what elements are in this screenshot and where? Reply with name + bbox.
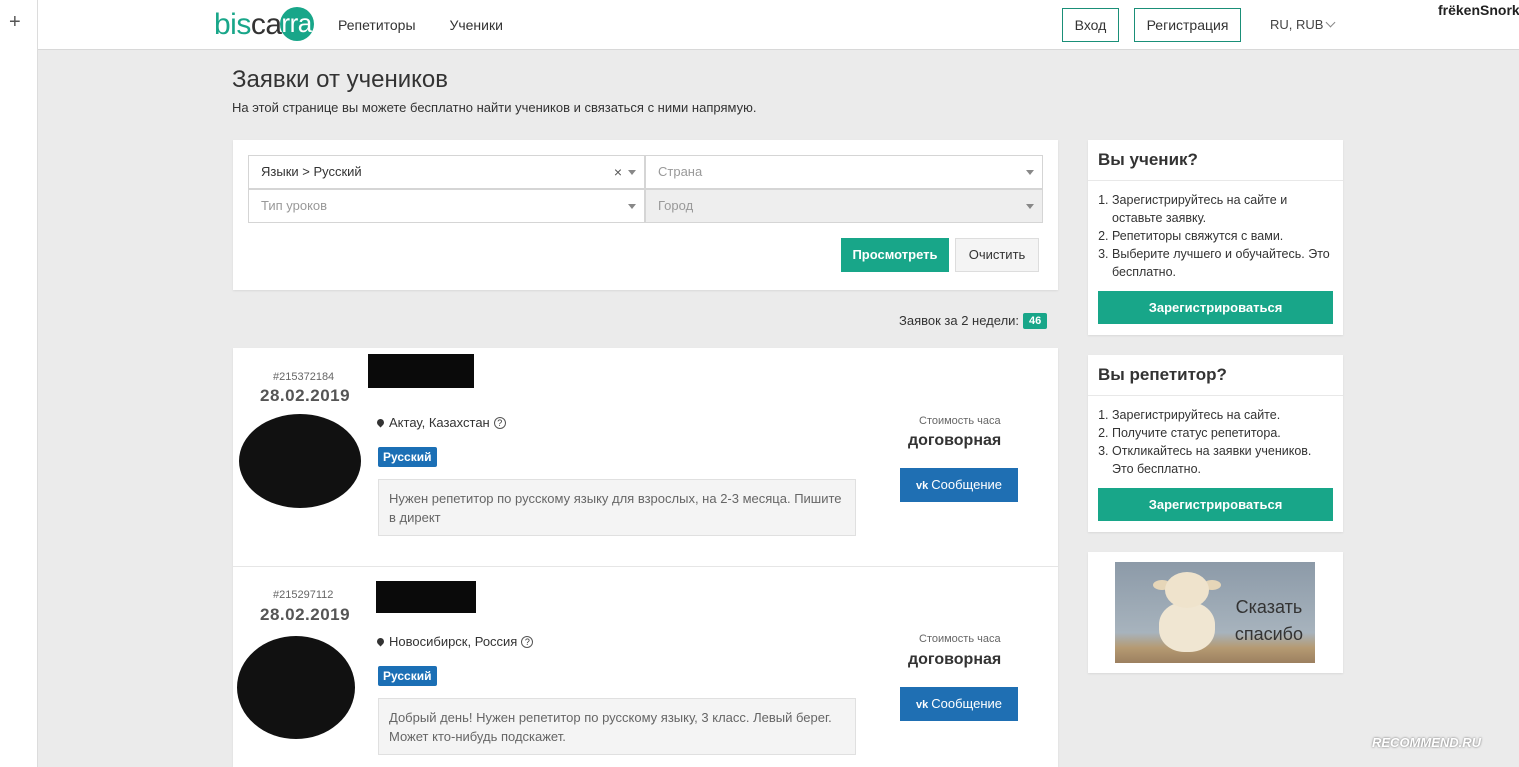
say-thanks-line-1: Сказать: [1235, 597, 1303, 617]
clear-button[interactable]: Очистить: [955, 238, 1039, 272]
chevron-down-icon: [1326, 17, 1336, 28]
username-overlay: frëkenSnork: [1438, 2, 1519, 18]
request-item: #215372184 28.02.2019 Актау, Казахстан? …: [233, 348, 1058, 566]
register-button[interactable]: Регистрация: [1134, 8, 1241, 42]
vk-button-label: Сообщение: [931, 477, 1002, 492]
request-date: 28.02.2019: [260, 605, 351, 624]
request-id: #215297112: [273, 589, 334, 601]
login-button[interactable]: Вход: [1062, 8, 1119, 42]
clear-selection-icon[interactable]: ×: [614, 156, 622, 188]
student-step: Зарегистрируйтесь на сайте и оставьте за…: [1112, 191, 1333, 227]
filter-panel: Языки > Русский × Страна Тип уроков Горо…: [233, 140, 1058, 290]
logo-part-2: ca: [250, 8, 282, 41]
request-date: 28.02.2019: [260, 386, 351, 405]
toy-sheep-image: [1151, 572, 1223, 660]
price-value: договорная: [908, 432, 1002, 449]
browser-side-rail: +: [0, 0, 38, 767]
caret-down-icon: [628, 170, 636, 175]
requests-count: Заявок за 2 недели: 46: [899, 313, 1048, 329]
request-message: Добрый день! Нужен репетитор по русскому…: [378, 698, 856, 755]
say-thanks-card: Сказать спасибо: [1088, 552, 1343, 673]
watermark: RECOMMEND.RU: [1372, 735, 1482, 750]
logo-part-3: rra: [279, 7, 314, 41]
student-register-button[interactable]: Зарегистрироваться: [1098, 291, 1333, 324]
country-select[interactable]: Страна: [645, 155, 1043, 189]
say-thanks-text: Сказать спасибо: [1235, 594, 1303, 648]
help-icon[interactable]: ?: [521, 636, 534, 648]
say-thanks-line-2: спасибо: [1234, 624, 1303, 644]
subject-select[interactable]: Языки > Русский ×: [248, 155, 645, 189]
vk-message-button[interactable]: vk Сообщение: [900, 468, 1018, 502]
vk-button-label: Сообщение: [931, 696, 1002, 711]
tutor-info-card: Вы репетитор? Зарегистрируйтесь на сайте…: [1088, 355, 1343, 532]
request-location: Новосибирск, Россия?: [375, 634, 534, 649]
student-step: Репетиторы свяжутся с вами.: [1112, 227, 1333, 245]
request-location: Актау, Казахстан?: [375, 415, 506, 430]
price-label: Стоимость часа: [919, 633, 1001, 645]
tutor-steps: Зарегистрируйтесь на сайте. Получите ста…: [1088, 396, 1343, 478]
map-pin-icon: [375, 417, 386, 428]
nav-students[interactable]: Ученики: [449, 17, 502, 33]
main-nav: Репетиторы Ученики: [338, 17, 533, 33]
tutor-card-title: Вы репетитор?: [1088, 355, 1343, 396]
vk-icon: vk: [916, 699, 929, 711]
vk-icon: vk: [916, 480, 929, 492]
tutor-step: Получите статус репетитора.: [1112, 424, 1333, 442]
caret-down-icon: [1026, 204, 1034, 209]
language-currency-select[interactable]: RU, RUB: [1270, 17, 1336, 32]
city-placeholder: Город: [658, 198, 694, 213]
biscarra-logo[interactable]: biscarra: [214, 6, 314, 44]
caret-down-icon: [1026, 170, 1034, 175]
student-steps: Зарегистрируйтесь на сайте и оставьте за…: [1088, 181, 1343, 281]
avatar-redacted: [239, 414, 361, 508]
help-icon[interactable]: ?: [493, 417, 506, 429]
request-item: #215297112 28.02.2019 Новосибирск, Росси…: [233, 566, 1058, 767]
caret-down-icon: [628, 204, 636, 209]
map-pin-icon: [375, 636, 386, 647]
requests-count-label: Заявок за 2 недели:: [899, 313, 1020, 328]
lesson-type-select[interactable]: Тип уроков: [248, 189, 645, 223]
country-placeholder: Страна: [658, 164, 703, 179]
location-text: Актау, Казахстан: [389, 415, 490, 430]
lang-label: RU, RUB: [1270, 17, 1324, 32]
vk-message-button[interactable]: vk Сообщение: [900, 687, 1018, 721]
tutor-step: Зарегистрируйтесь на сайте.: [1112, 406, 1333, 424]
city-select: Город: [645, 189, 1043, 223]
avatar-redacted: [237, 636, 355, 739]
student-step: Выберите лучшего и обучайтесь. Это беспл…: [1112, 245, 1333, 281]
nav-tutors[interactable]: Репетиторы: [338, 17, 416, 33]
tutor-step: Откликайтесь на заявки учеников. Это бес…: [1112, 442, 1333, 478]
request-message: Нужен репетитор по русскому языку для вз…: [378, 479, 856, 536]
add-tab-icon[interactable]: +: [9, 12, 21, 32]
logo-part-1: bis: [214, 8, 251, 41]
site-header: biscarra Репетиторы Ученики Вход Регистр…: [38, 0, 1519, 50]
requests-count-badge: 46: [1023, 313, 1048, 329]
subject-value: Языки > Русский: [261, 164, 362, 179]
name-redacted: [368, 354, 474, 388]
page-title: Заявки от учеников: [232, 66, 449, 93]
student-card-title: Вы ученик?: [1088, 140, 1343, 181]
name-redacted: [376, 581, 476, 613]
requests-list: #215372184 28.02.2019 Актау, Казахстан? …: [233, 348, 1058, 767]
request-id: #215372184: [273, 371, 335, 383]
subject-tag: Русский: [378, 666, 437, 686]
price-label: Стоимость часа: [919, 415, 1001, 427]
location-text: Новосибирск, Россия: [389, 634, 518, 649]
subject-tag: Русский: [378, 447, 437, 467]
page-subtitle: На этой странице вы можете бесплатно най…: [232, 100, 757, 115]
price-value: договорная: [908, 651, 1002, 668]
lesson-type-placeholder: Тип уроков: [261, 198, 328, 213]
view-button[interactable]: Просмотреть: [841, 238, 949, 272]
student-info-card: Вы ученик? Зарегистрируйтесь на сайте и …: [1088, 140, 1343, 335]
tutor-register-button[interactable]: Зарегистрироваться: [1098, 488, 1333, 521]
say-thanks-banner[interactable]: Сказать спасибо: [1115, 562, 1315, 663]
